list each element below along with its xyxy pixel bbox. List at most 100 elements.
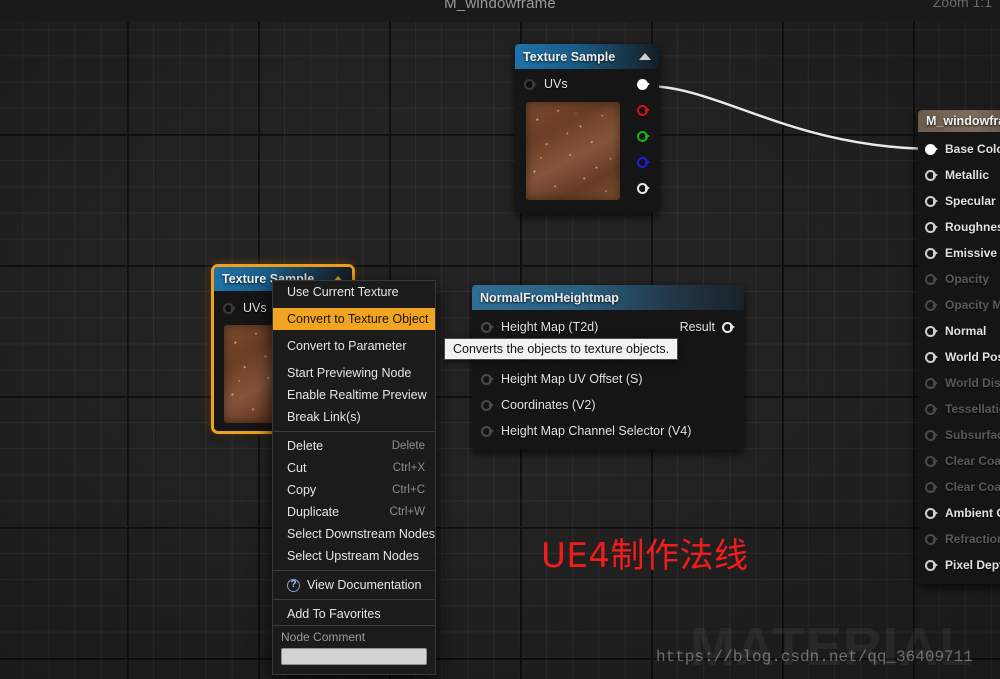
rgb-output-pin[interactable] — [637, 78, 650, 90]
menu-item-shortcut: Ctrl+X — [392, 462, 425, 474]
node-title: NormalFromHeightmap — [480, 290, 619, 305]
a-output-pin[interactable] — [637, 182, 650, 194]
menu-item-enable-realtime-preview[interactable]: Enable Realtime Preview — [273, 384, 435, 406]
menu-item-label: Select Downstream Nodes — [287, 527, 435, 541]
result-output-pin[interactable] — [722, 321, 735, 333]
pin-row-pixel-depth-offset[interactable]: Pixel Depth Offset — [918, 552, 1000, 578]
menu-item-copy[interactable]: Copy Ctrl+C — [273, 479, 435, 501]
clear-coat-input-pin[interactable] — [925, 455, 938, 467]
pin-row-clear-coat[interactable]: Clear Coat — [918, 448, 1000, 474]
pin-row-height-map[interactable]: Height Map (T2d) Result — [472, 314, 744, 340]
menu-item-cut[interactable]: Cut Ctrl+X — [273, 457, 435, 479]
menu-item-duplicate[interactable]: Duplicate Ctrl+W — [273, 501, 435, 523]
pixel-depth-offset-input-pin[interactable] — [925, 559, 938, 571]
subsurface-color-input-pin[interactable] — [925, 429, 938, 441]
node-header[interactable]: NormalFromHeightmap — [472, 285, 744, 310]
g-output-pin[interactable] — [637, 130, 650, 142]
menu-item-start-previewing-node[interactable]: Start Previewing Node — [273, 362, 435, 384]
pin-row-world-position-offset[interactable]: World Position Offset — [918, 344, 1000, 370]
pin-label-refraction: Refraction — [945, 532, 1000, 546]
tessellation-multiplier-input-pin[interactable] — [925, 403, 938, 415]
specular-input-pin[interactable] — [925, 195, 938, 207]
node-texture-sample-top[interactable]: Texture Sample UVs — [515, 44, 659, 213]
pin-row-normal[interactable]: Normal — [918, 318, 1000, 344]
menu-item-use-current-texture[interactable]: Use Current Texture — [273, 281, 435, 303]
menu-item-view-documentation[interactable]: ? View Documentation — [273, 574, 435, 596]
roughness-input-pin[interactable] — [925, 221, 938, 233]
node-header[interactable]: M_windowframe — [918, 110, 1000, 132]
r-output-pin[interactable] — [637, 104, 650, 116]
refraction-input-pin[interactable] — [925, 533, 938, 545]
pin-label-coordinates: Coordinates (V2) — [501, 398, 596, 412]
pin-row-ambient-occlusion[interactable]: Ambient Occlusion — [918, 500, 1000, 526]
pin-row-clear-coat-roughness[interactable]: Clear Coat Roughness — [918, 474, 1000, 500]
menu-item-shortcut: Ctrl+W — [389, 506, 425, 518]
emissive-color-input-pin[interactable] — [925, 247, 938, 259]
triangle-up-icon[interactable] — [639, 53, 651, 60]
base-color-input-pin[interactable] — [925, 143, 938, 155]
menu-item-convert-to-parameter[interactable]: Convert to Parameter — [273, 335, 435, 357]
opacity-input-pin[interactable] — [925, 273, 938, 285]
uvs-input-pin[interactable] — [223, 302, 236, 314]
node-context-menu[interactable]: Use Current Texture Convert to Texture Ob… — [272, 280, 436, 675]
pin-row-world-displacement[interactable]: World Displacement — [918, 370, 1000, 396]
menu-item-select-upstream-nodes[interactable]: Select Upstream Nodes — [273, 545, 435, 567]
pin-row-height-map-channel-selector[interactable]: Height Map Channel Selector (V4) — [472, 418, 744, 444]
pin-row-coordinates[interactable]: Coordinates (V2) — [472, 392, 744, 418]
pin-label-ambient-occlusion: Ambient Occlusion — [945, 506, 1000, 520]
opacity-mask-input-pin[interactable] — [925, 299, 938, 311]
tooltip: Converts the objects to texture objects. — [444, 338, 679, 360]
pin-row-opacity-mask[interactable]: Opacity Mask — [918, 292, 1000, 318]
menu-item-select-downstream-nodes[interactable]: Select Downstream Nodes — [273, 523, 435, 545]
pin-row-subsurface-color[interactable]: Subsurface Color — [918, 422, 1000, 448]
world-displacement-input-pin[interactable] — [925, 377, 938, 389]
clear-coat-roughness-input-pin[interactable] — [925, 481, 938, 493]
pin-row-base-color[interactable]: Base Color — [918, 136, 1000, 162]
pin-label-opacity-mask: Opacity Mask — [945, 298, 1000, 312]
pin-row-metallic[interactable]: Metallic — [918, 162, 1000, 188]
height-map-input-pin[interactable] — [481, 321, 494, 333]
node-body: Base Color Metallic Specular Roughness Emiss… — [918, 132, 1000, 584]
pin-row-roughness[interactable]: Roughness — [918, 214, 1000, 240]
node-header[interactable]: Texture Sample — [515, 44, 659, 69]
zoom-level-label: Zoom 1:1 — [932, 0, 992, 10]
pin-label-height-map-uv-offset: Height Map UV Offset (S) — [501, 372, 643, 386]
pin-row-refraction[interactable]: Refraction — [918, 526, 1000, 552]
height-map-uv-offset-input-pin[interactable] — [481, 373, 494, 385]
menu-item-label: Start Previewing Node — [287, 366, 412, 380]
context-menu-items: Use Current Texture Convert to Texture Ob… — [273, 281, 435, 625]
menu-item-convert-to-texture-object[interactable]: Convert to Texture Object — [273, 308, 435, 330]
menu-item-label: Use Current Texture — [287, 285, 399, 299]
pin-label-subsurface-color: Subsurface Color — [945, 428, 1000, 442]
pin-row-tessellation-multiplier[interactable]: Tessellation Multiplier — [918, 396, 1000, 422]
coordinates-input-pin[interactable] — [481, 399, 494, 411]
uvs-input-pin[interactable] — [524, 78, 537, 90]
node-comment-label: Node Comment — [281, 630, 366, 644]
pin-row-height-map-uv-offset[interactable]: Height Map UV Offset (S) — [472, 366, 744, 392]
menu-item-label: Add To Favorites — [287, 607, 381, 621]
menu-item-label: Copy — [287, 483, 317, 497]
node-normal-from-heightmap[interactable]: NormalFromHeightmap Height Map (T2d) Res… — [472, 285, 744, 450]
menu-item-add-to-favorites[interactable]: Add To Favorites — [273, 603, 435, 625]
pin-row-emissive-color[interactable]: Emissive Color — [918, 240, 1000, 266]
node-material-output[interactable]: M_windowframe Base Color Metallic Specular… — [918, 110, 1000, 584]
red-annotation-text: UE4制作法线 — [541, 536, 749, 576]
texture-preview-thumbnail — [526, 102, 620, 200]
pin-row-specular[interactable]: Specular — [918, 188, 1000, 214]
node-comment-input[interactable] — [281, 648, 427, 665]
menu-item-label: Break Link(s) — [287, 410, 361, 424]
world-position-offset-input-pin[interactable] — [925, 351, 938, 363]
b-output-pin[interactable] — [637, 156, 650, 168]
pin-label-tessellation-multiplier: Tessellation Multiplier — [945, 402, 1000, 416]
height-map-channel-selector-input-pin[interactable] — [481, 425, 494, 437]
ambient-occlusion-input-pin[interactable] — [925, 507, 938, 519]
normal-input-pin[interactable] — [925, 325, 938, 337]
menu-item-break-link-s[interactable]: Break Link(s) — [273, 406, 435, 428]
metallic-input-pin[interactable] — [925, 169, 938, 181]
menu-item-delete[interactable]: Delete Delete — [273, 435, 435, 457]
pin-row-opacity[interactable]: Opacity — [918, 266, 1000, 292]
pin-label-pixel-depth-offset: Pixel Depth Offset — [945, 558, 1000, 572]
pin-label-specular: Specular — [945, 194, 996, 208]
menu-item-label: Select Upstream Nodes — [287, 549, 420, 563]
pin-label-roughness: Roughness — [945, 220, 1000, 234]
